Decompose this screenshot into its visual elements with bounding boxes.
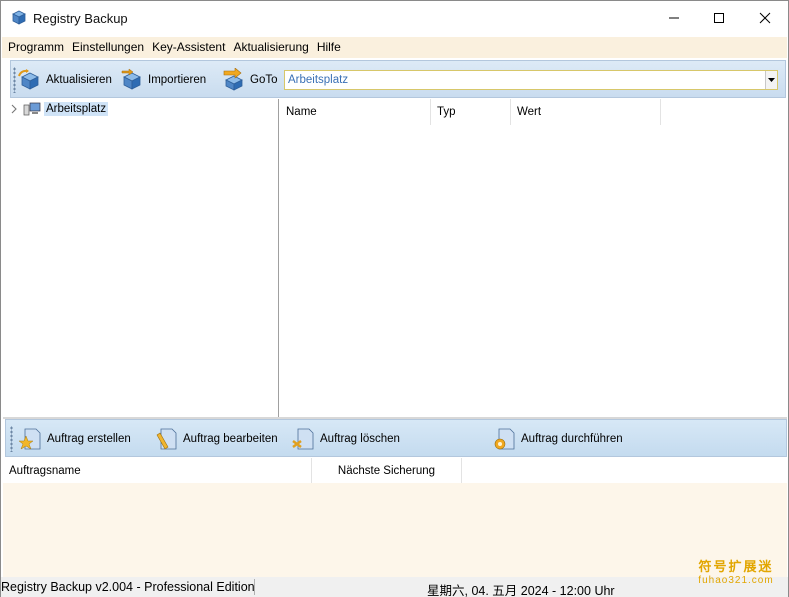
registry-cubes-icon bbox=[12, 10, 26, 25]
tree-node-label: Arbeitsplatz bbox=[44, 102, 109, 116]
run-job-label: Auftrag durchführen bbox=[521, 433, 623, 445]
main-toolbar: Aktualisieren Importieren GoTo Arbeitspl… bbox=[10, 60, 786, 98]
menu-programm[interactable]: Programm bbox=[2, 37, 68, 58]
import-label: Importieren bbox=[148, 74, 207, 86]
close-button[interactable] bbox=[742, 1, 788, 35]
jobs-toolbar-grip[interactable] bbox=[10, 426, 13, 452]
menu-einstellungen[interactable]: Einstellungen bbox=[68, 37, 148, 58]
goto-button[interactable]: GoTo bbox=[221, 66, 278, 94]
refresh-cubes-icon bbox=[18, 69, 39, 90]
minimize-button[interactable] bbox=[651, 1, 697, 35]
run-job-button[interactable]: Auftrag durchführen bbox=[492, 425, 623, 453]
dropdown-arrow-icon bbox=[768, 78, 775, 82]
window-title: Registry Backup bbox=[33, 11, 128, 26]
column-header-auftragsname[interactable]: Auftragsname bbox=[3, 458, 312, 484]
jobs-toolbar: Auftrag erstellen Auftrag bearbeiten Auf… bbox=[5, 419, 787, 457]
goto-label: GoTo bbox=[250, 74, 278, 86]
create-job-icon bbox=[18, 428, 41, 450]
computer-icon bbox=[23, 102, 41, 116]
maximize-button[interactable] bbox=[696, 1, 742, 35]
registry-tree[interactable]: Arbeitsplatz bbox=[3, 99, 279, 417]
menu-bar: Programm Einstellungen Key-Assistent Akt… bbox=[2, 37, 787, 58]
watermark-line1: 符号扩展迷 bbox=[698, 559, 774, 574]
create-job-label: Auftrag erstellen bbox=[47, 433, 131, 445]
delete-job-label: Auftrag löschen bbox=[320, 433, 400, 445]
import-button[interactable]: Importieren bbox=[119, 66, 206, 94]
toolbar-grip[interactable] bbox=[13, 67, 16, 93]
chevron-right-icon[interactable] bbox=[9, 104, 19, 114]
run-job-gear-icon bbox=[494, 428, 515, 450]
maximize-icon bbox=[714, 13, 724, 23]
goto-path-value: Arbeitsplatz bbox=[288, 74, 349, 86]
goto-arrow-icon bbox=[223, 68, 243, 91]
goto-dropdown-button[interactable] bbox=[765, 71, 777, 89]
create-job-button[interactable]: Auftrag erstellen bbox=[18, 425, 131, 453]
delete-job-icon bbox=[292, 428, 314, 450]
status-datetime: 星期六, 04. 五月 2024 - 12:00 Uhr bbox=[427, 584, 615, 597]
refresh-button[interactable]: Aktualisieren bbox=[17, 66, 112, 94]
column-header-name[interactable]: Name bbox=[280, 99, 431, 125]
goto-path-combobox[interactable]: Arbeitsplatz bbox=[284, 70, 778, 90]
delete-job-button[interactable]: Auftrag löschen bbox=[291, 425, 400, 453]
status-version: Registry Backup v2.004 - Professional Ed… bbox=[1, 580, 254, 594]
column-header-typ[interactable]: Typ bbox=[431, 99, 511, 125]
close-icon bbox=[759, 12, 771, 24]
refresh-label: Aktualisieren bbox=[46, 74, 112, 86]
app-window: Registry Backup Programm Einstellungen K… bbox=[0, 0, 789, 597]
menu-hilfe[interactable]: Hilfe bbox=[313, 37, 345, 58]
column-header-wert[interactable]: Wert bbox=[511, 99, 661, 125]
tree-node-arbeitsplatz[interactable]: Arbeitsplatz bbox=[9, 102, 109, 116]
edit-job-icon bbox=[156, 428, 177, 450]
menu-aktualisierung[interactable]: Aktualisierung bbox=[229, 37, 312, 58]
watermark-line2: fuhao321.com bbox=[698, 575, 774, 586]
import-cubes-icon bbox=[121, 68, 141, 90]
values-list[interactable]: Name Typ Wert bbox=[280, 99, 787, 417]
status-bar: Registry Backup v2.004 - Professional Ed… bbox=[1, 577, 788, 597]
edit-job-button[interactable]: Auftrag bearbeiten bbox=[154, 425, 278, 453]
jobs-list-header: Auftragsname Nächste Sicherung bbox=[3, 458, 787, 484]
column-header-naechste-sicherung[interactable]: Nächste Sicherung bbox=[312, 458, 462, 484]
jobs-list[interactable] bbox=[3, 483, 787, 577]
menu-key-assistent[interactable]: Key-Assistent bbox=[148, 37, 229, 58]
watermark: 符号扩展迷 fuhao321.com bbox=[691, 559, 781, 587]
title-bar[interactable]: Registry Backup bbox=[1, 1, 788, 35]
minimize-icon bbox=[669, 17, 679, 19]
status-separator bbox=[254, 579, 255, 595]
edit-job-label: Auftrag bearbeiten bbox=[183, 433, 278, 445]
